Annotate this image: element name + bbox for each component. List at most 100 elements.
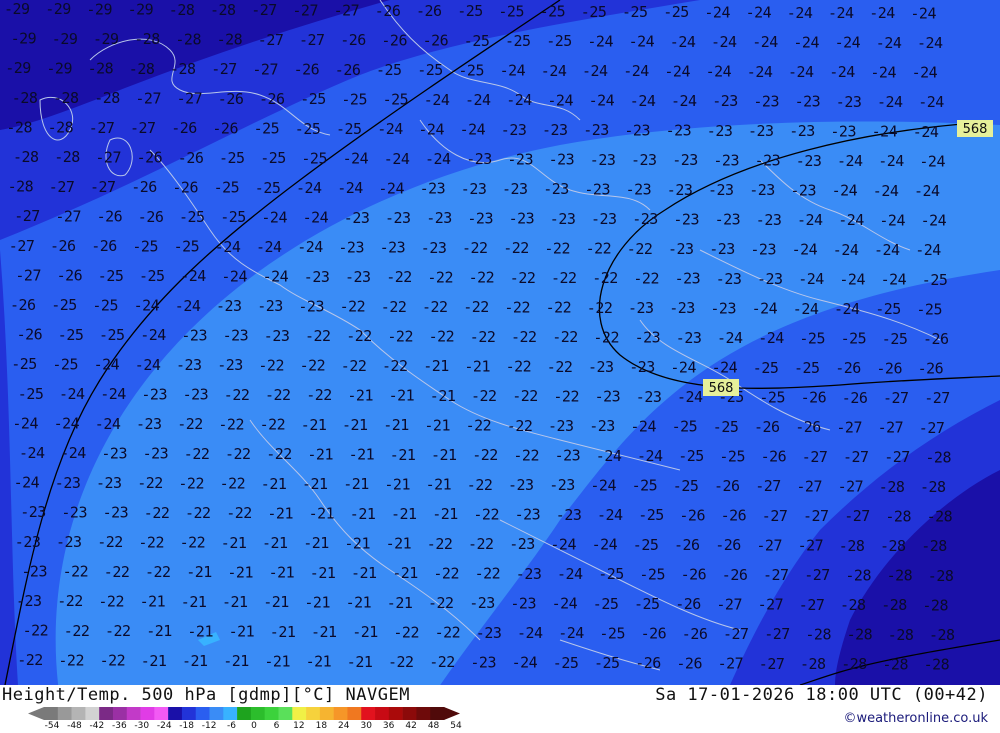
isotherm-value: -28 — [922, 596, 948, 614]
isotherm-value: -29 — [128, 1, 154, 19]
isotherm-value: -27 — [135, 89, 161, 107]
isotherm-value: -21 — [387, 594, 413, 612]
scale-swatch — [416, 707, 431, 720]
isotherm-value: -23 — [101, 444, 127, 462]
isotherm-value: -25 — [633, 536, 659, 554]
isotherm-value: -25 — [254, 120, 280, 138]
isotherm-value: -21 — [423, 357, 449, 375]
isotherm-value: -25 — [383, 91, 409, 109]
scale-tick-label: 48 — [427, 721, 440, 731]
isotherm-value: -21 — [187, 622, 213, 640]
isotherm-value: -23 — [55, 474, 81, 492]
isotherm-value: -23 — [669, 299, 695, 317]
isotherm-value: -26 — [635, 654, 661, 672]
isotherm-value: -23 — [344, 209, 370, 227]
isotherm-value: -25 — [841, 330, 867, 348]
scale-swatch — [237, 707, 252, 720]
isotherm-value: -27 — [924, 389, 950, 407]
isotherm-value: -25 — [139, 267, 165, 285]
isotherm-value: -22 — [185, 504, 211, 522]
isotherm-value: -23 — [223, 327, 249, 345]
isotherm-value: -23 — [467, 209, 493, 227]
isotherm-value: -24 — [912, 64, 938, 82]
isotherm-value: -23 — [345, 268, 371, 286]
isotherm-value: -27 — [177, 90, 203, 108]
weather-map: -29 -29 -29 -29 -28 -28 -27 -27 -27 -26 -26 -25 -25-… — [0, 0, 1000, 685]
isotherm-value: -25 — [99, 326, 125, 344]
isotherm-value: -27 — [90, 178, 116, 196]
scale-swatch — [209, 707, 224, 720]
isotherm-value: -23 — [183, 386, 209, 404]
isotherm-value: -23 — [631, 151, 657, 169]
isotherm-value: -25 — [875, 300, 901, 318]
isotherm-value: -25 — [51, 296, 77, 314]
isotherm-value: -25 — [341, 90, 367, 108]
isotherm-value: -24 — [711, 33, 737, 51]
isotherm-value: -22 — [435, 624, 461, 642]
isotherm-value: -28 — [94, 89, 120, 107]
isotherm-value: -26 — [714, 477, 740, 495]
isotherm-value: -22 — [105, 622, 131, 640]
isotherm-value: -21 — [270, 623, 296, 641]
isotherm-value: -21 — [350, 505, 376, 523]
isotherm-value: -28 — [928, 567, 954, 585]
isotherm-value: -25 — [300, 90, 326, 108]
isotherm-value: -22 — [627, 240, 653, 258]
isotherm-value: -27 — [919, 419, 945, 437]
isotherm-value: -22 — [23, 622, 49, 640]
isotherm-value: -24 — [19, 444, 45, 462]
isotherm-value: -23 — [590, 151, 616, 169]
isotherm-value: -22 — [218, 415, 244, 433]
isotherm-value: -26 — [17, 326, 43, 344]
isotherm-value: -22 — [546, 299, 572, 317]
isotherm-value: -22 — [471, 387, 497, 405]
contour-label-568-lower: 568 — [703, 379, 739, 396]
isotherm-value: -27 — [130, 119, 156, 137]
isotherm-value: -27 — [252, 60, 278, 78]
isotherm-value: -24 — [263, 268, 289, 286]
isotherm-value: -27 — [89, 119, 115, 137]
scale-swatch — [112, 707, 128, 720]
isotherm-value: -21 — [464, 357, 490, 375]
isotherm-value: -22 — [422, 298, 448, 316]
isotherm-value: -24 — [135, 356, 161, 374]
scale-swatch — [278, 707, 293, 720]
isotherm-value: -26 — [137, 149, 163, 167]
isotherm-value: -21 — [343, 475, 369, 493]
isotherm-value: -22 — [104, 563, 130, 581]
isotherm-value: -27 — [764, 625, 790, 643]
isotherm-value: -24 — [623, 62, 649, 80]
isotherm-value: -29 — [86, 0, 112, 18]
isotherm-value: -23 — [469, 594, 495, 612]
isotherm-value: -23 — [103, 504, 129, 522]
isotherm-value: -24 — [337, 179, 363, 197]
isotherm-value: -22 — [586, 240, 612, 258]
isotherm-value: -25 — [301, 149, 327, 167]
isotherm-value: -26 — [715, 536, 741, 554]
isotherm-value: -25 — [174, 238, 200, 256]
isotherm-value: -21 — [386, 535, 412, 553]
isotherm-value: -29 — [5, 59, 31, 77]
isotherm-value: -23 — [96, 474, 122, 492]
isotherm-value: -27 — [843, 448, 869, 466]
credit-link[interactable]: ©weatheronline.co.uk — [843, 711, 988, 726]
isotherm-value: -23 — [298, 297, 324, 315]
isotherm-value: -25 — [678, 447, 704, 465]
isotherm-value: -21 — [181, 593, 207, 611]
isotherm-value: -23 — [476, 624, 502, 642]
isotherm-value: -25 — [457, 2, 483, 20]
isotherm-value: -22 — [388, 653, 414, 671]
isotherm-value: -22 — [340, 298, 366, 316]
isotherm-value: -26 — [50, 237, 76, 255]
isotherm-value: -26 — [335, 61, 361, 79]
isotherm-value: -23 — [672, 151, 698, 169]
isotherm-value: -26 — [641, 625, 667, 643]
scale-swatch — [195, 707, 210, 720]
isotherm-value: -24 — [670, 358, 696, 376]
isotherm-value: -22 — [592, 269, 618, 287]
isotherm-value: -23 — [753, 92, 779, 110]
isotherm-value: -27 — [759, 655, 785, 673]
isotherm-value: -25 — [464, 32, 490, 50]
isotherm-value: -27 — [723, 625, 749, 643]
isotherm-value: -24 — [828, 4, 854, 22]
